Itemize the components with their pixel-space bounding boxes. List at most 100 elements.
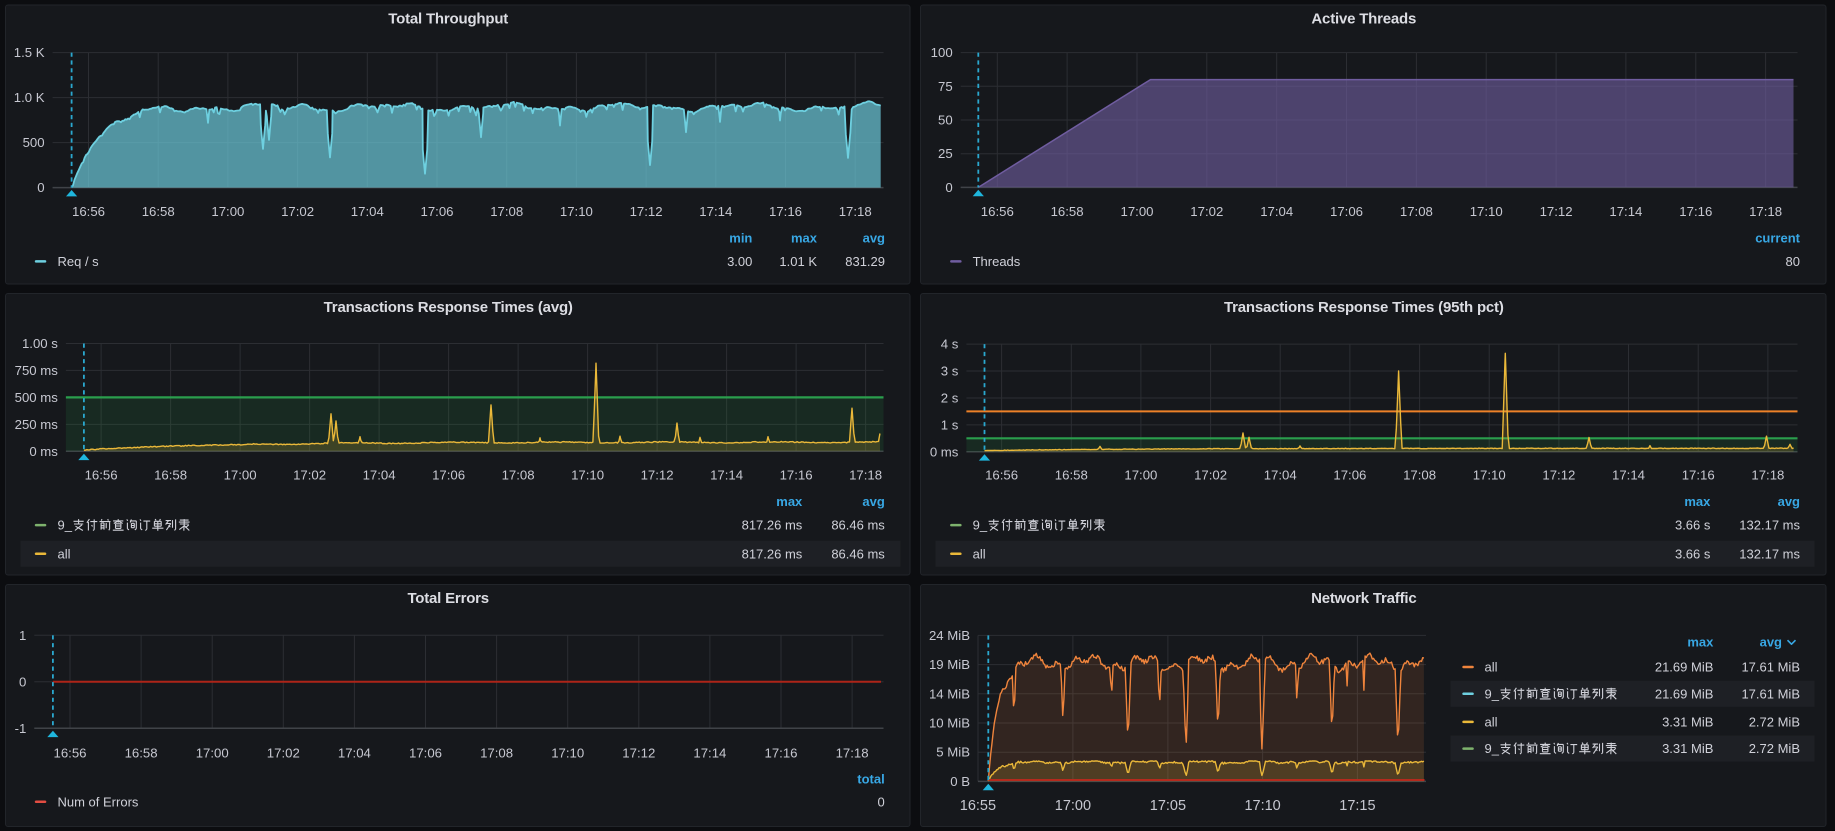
svg-text:16:56: 16:56	[72, 204, 105, 219]
svg-text:17:18: 17:18	[1749, 204, 1782, 219]
svg-text:9_: 9_	[1485, 741, 1500, 756]
svg-text:1: 1	[19, 628, 26, 643]
svg-text:17:02: 17:02	[281, 204, 314, 219]
svg-text:17:16: 17:16	[764, 746, 797, 761]
svg-text:817.26 ms: 817.26 ms	[742, 518, 803, 533]
svg-text:17:04: 17:04	[1260, 204, 1293, 219]
svg-text:500: 500	[23, 135, 45, 150]
svg-text:Transactions Response Times (a: Transactions Response Times (avg)	[324, 299, 573, 316]
svg-text:all: all	[58, 546, 71, 561]
svg-text:2 s: 2 s	[941, 391, 959, 406]
svg-text:avg: avg	[863, 230, 885, 245]
svg-text:817.26 ms: 817.26 ms	[742, 546, 803, 561]
svg-text:0 B: 0 B	[950, 774, 970, 789]
svg-text:17:00: 17:00	[1120, 204, 1153, 219]
svg-text:17:06: 17:06	[1330, 204, 1363, 219]
svg-text:0: 0	[945, 180, 952, 195]
svg-text:17:00: 17:00	[224, 468, 257, 483]
svg-text:17:00: 17:00	[1124, 468, 1157, 483]
svg-text:75: 75	[938, 79, 953, 94]
svg-text:17:06: 17:06	[409, 746, 442, 761]
svg-text:1.5 K: 1.5 K	[14, 45, 45, 60]
svg-text:2.72 MiB: 2.72 MiB	[1749, 715, 1800, 730]
svg-text:17:02: 17:02	[293, 468, 326, 483]
svg-text:17:10: 17:10	[1470, 204, 1503, 219]
svg-text:1 s: 1 s	[941, 417, 959, 432]
svg-text:0 ms: 0 ms	[930, 444, 959, 459]
svg-text:17:16: 17:16	[769, 204, 802, 219]
svg-text:17.61 MiB: 17.61 MiB	[1741, 686, 1800, 701]
svg-text:Network Traffic: Network Traffic	[1311, 590, 1416, 607]
svg-text:17:14: 17:14	[1609, 204, 1642, 219]
svg-text:17:14: 17:14	[699, 204, 732, 219]
svg-text:16:58: 16:58	[125, 746, 158, 761]
svg-text:17:12: 17:12	[1542, 468, 1575, 483]
svg-text:3.66 s: 3.66 s	[1675, 546, 1711, 561]
svg-text:16:58: 16:58	[154, 468, 187, 483]
svg-text:17:16: 17:16	[1679, 204, 1712, 219]
svg-text:avg: avg	[862, 494, 884, 509]
svg-text:max: max	[1684, 494, 1711, 509]
svg-text:100: 100	[931, 45, 953, 60]
svg-text:0: 0	[19, 674, 26, 689]
svg-text:17:12: 17:12	[630, 204, 663, 219]
svg-text:17:04: 17:04	[1264, 468, 1297, 483]
svg-text:16:58: 16:58	[1055, 468, 1088, 483]
svg-text:all: all	[1485, 660, 1498, 675]
svg-text:17:12: 17:12	[641, 468, 674, 483]
svg-text:4 s: 4 s	[941, 337, 959, 352]
svg-text:17:18: 17:18	[836, 746, 869, 761]
svg-text:3.31 MiB: 3.31 MiB	[1662, 715, 1713, 730]
svg-text:750 ms: 750 ms	[15, 363, 59, 378]
svg-text:17:18: 17:18	[839, 204, 872, 219]
svg-text:17.61 MiB: 17.61 MiB	[1741, 660, 1800, 675]
svg-text:25: 25	[938, 146, 953, 161]
svg-text:Req / s: Req / s	[58, 254, 100, 269]
svg-text:500 ms: 500 ms	[15, 390, 59, 405]
svg-text:0: 0	[877, 794, 884, 809]
svg-text:17:12: 17:12	[622, 746, 655, 761]
svg-text:86.46 ms: 86.46 ms	[831, 518, 885, 533]
svg-text:0 ms: 0 ms	[29, 444, 58, 459]
svg-text:17:10: 17:10	[560, 204, 593, 219]
svg-text:0: 0	[37, 180, 44, 195]
svg-text:19 MiB: 19 MiB	[929, 657, 970, 672]
svg-text:17:02: 17:02	[1194, 468, 1227, 483]
svg-text:9_: 9_	[58, 518, 73, 533]
svg-text:17:00: 17:00	[211, 204, 244, 219]
svg-text:17:15: 17:15	[1339, 798, 1375, 814]
svg-text:24 MiB: 24 MiB	[929, 628, 970, 643]
svg-text:17:04: 17:04	[351, 204, 384, 219]
svg-text:5 MiB: 5 MiB	[936, 745, 970, 760]
svg-text:80: 80	[1786, 254, 1800, 269]
svg-text:17:02: 17:02	[1190, 204, 1223, 219]
svg-text:17:10: 17:10	[1473, 468, 1506, 483]
svg-text:1.01 K: 1.01 K	[779, 254, 817, 269]
svg-text:3.66 s: 3.66 s	[1675, 518, 1711, 533]
svg-text:17:14: 17:14	[693, 746, 726, 761]
svg-text:132.17 ms: 132.17 ms	[1739, 546, 1800, 561]
svg-text:2.72 MiB: 2.72 MiB	[1749, 741, 1800, 756]
svg-text:max: max	[776, 494, 803, 509]
svg-text:min: min	[729, 230, 752, 245]
svg-text:17:08: 17:08	[1400, 204, 1433, 219]
svg-text:16:58: 16:58	[142, 204, 175, 219]
svg-text:17:00: 17:00	[196, 746, 229, 761]
svg-text:16:58: 16:58	[1051, 204, 1084, 219]
svg-text:250 ms: 250 ms	[15, 417, 59, 432]
svg-text:17:18: 17:18	[849, 468, 882, 483]
svg-text:86.46 ms: 86.46 ms	[831, 546, 885, 561]
svg-text:9_: 9_	[973, 518, 988, 533]
svg-text:17:12: 17:12	[1540, 204, 1573, 219]
svg-text:Transactions Response Times (9: Transactions Response Times (95th pct)	[1224, 299, 1504, 316]
svg-text:3 s: 3 s	[941, 364, 959, 379]
svg-text:avg: avg	[1778, 494, 1800, 509]
svg-text:9_: 9_	[1485, 686, 1500, 701]
svg-text:50: 50	[938, 113, 953, 128]
svg-text:17:18: 17:18	[1751, 468, 1784, 483]
svg-text:Threads: Threads	[973, 254, 1021, 269]
svg-text:17:06: 17:06	[432, 468, 465, 483]
svg-text:17:05: 17:05	[1150, 798, 1186, 814]
svg-text:17:10: 17:10	[1244, 798, 1280, 814]
svg-text:17:04: 17:04	[338, 746, 371, 761]
